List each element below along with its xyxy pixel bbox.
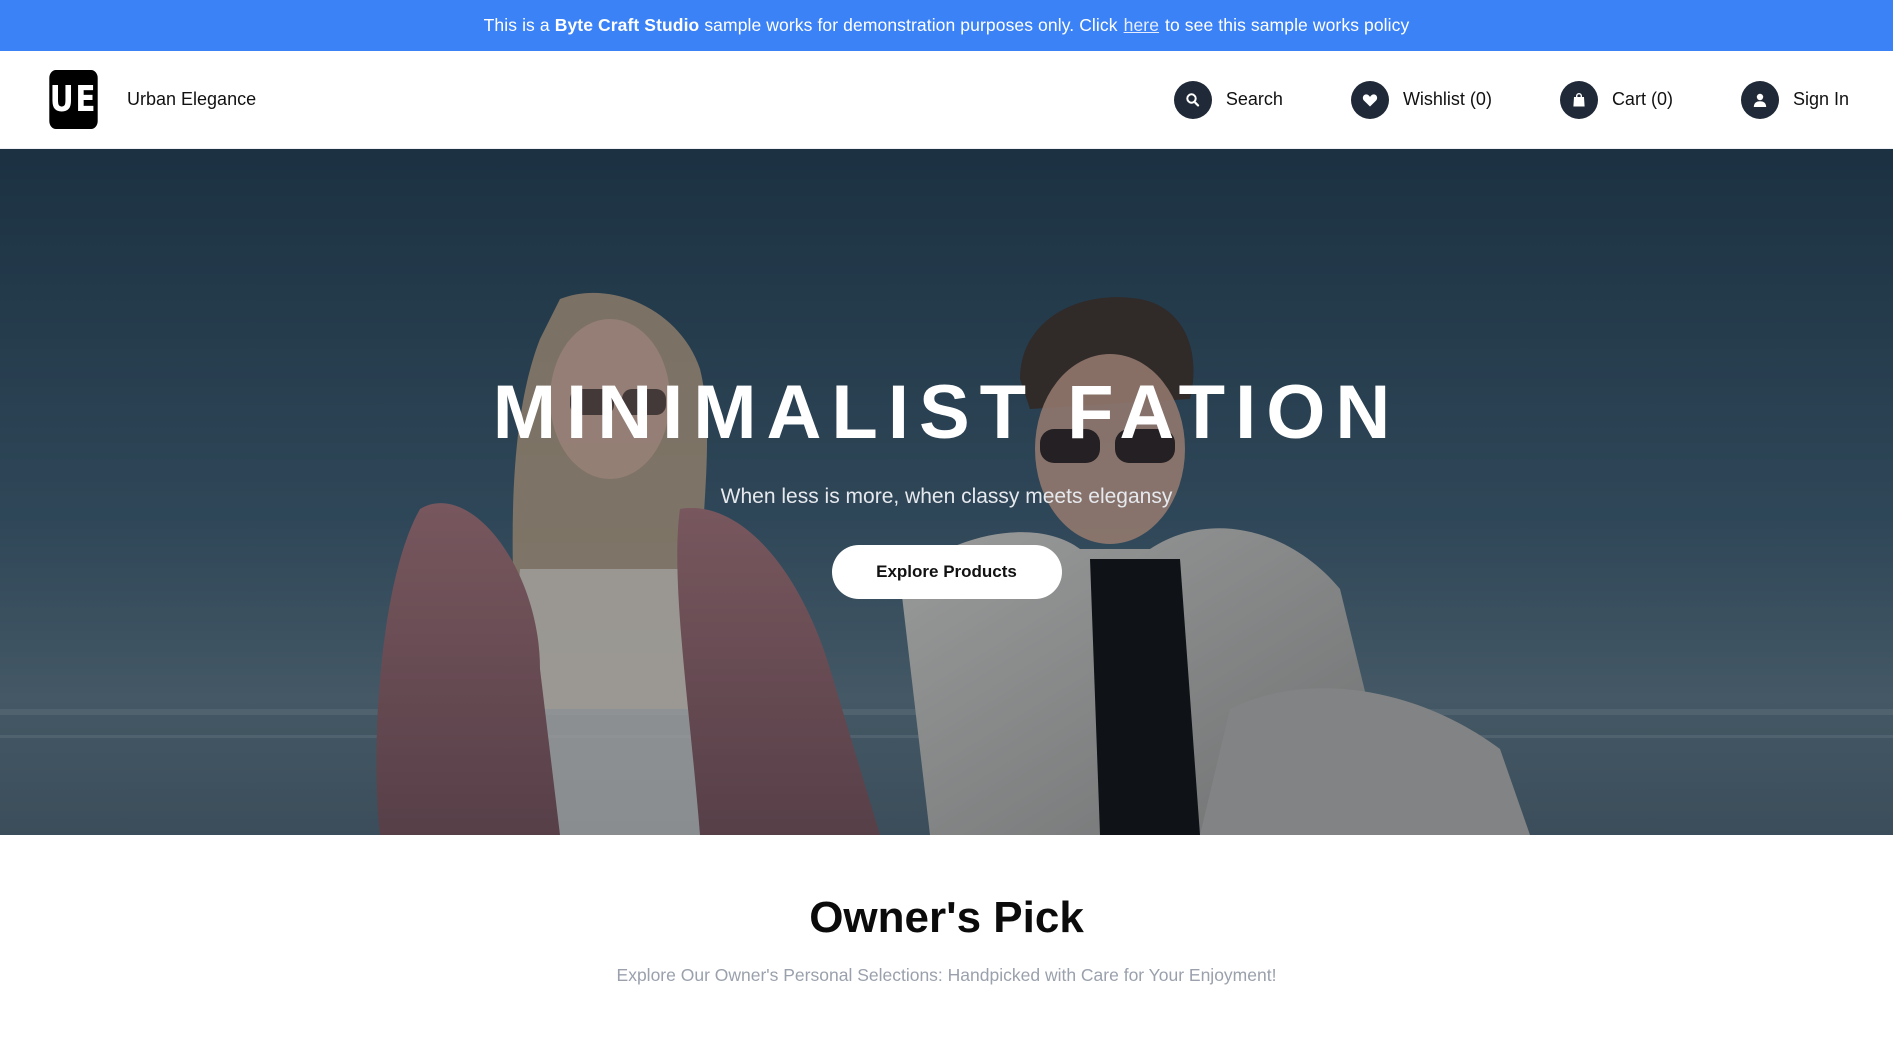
section-title: Owner's Pick <box>809 893 1084 942</box>
nav-wishlist[interactable]: Wishlist (0) <box>1350 80 1492 119</box>
nav-search[interactable]: Search <box>1173 80 1283 119</box>
shopping-bag-icon <box>1559 80 1598 119</box>
nav-cart[interactable]: Cart (0) <box>1559 80 1673 119</box>
main-nav: Search Wishlist (0) Cart (0) Sign In <box>1173 80 1849 119</box>
hero-content: MINIMALIST FATION When less is more, whe… <box>0 149 1893 599</box>
demo-notice-bar: This is a Byte Craft Studio sample works… <box>0 0 1893 51</box>
hero-banner: MINIMALIST FATION When less is more, whe… <box>0 149 1893 835</box>
brand-logo[interactable]: UE <box>49 70 98 129</box>
explore-products-button[interactable]: Explore Products <box>831 545 1062 599</box>
brand-name[interactable]: Urban Elegance <box>127 89 256 110</box>
heart-icon <box>1350 80 1389 119</box>
user-icon <box>1740 80 1779 119</box>
nav-search-label: Search <box>1225 89 1283 109</box>
notice-suffix: to see this sample works policy <box>1165 15 1410 35</box>
search-icon <box>1173 80 1212 119</box>
notice-studio-name: Byte Craft Studio <box>554 15 700 35</box>
notice-policy-link[interactable]: here <box>1124 15 1159 36</box>
site-header: UE Urban Elegance Search Wishlist (0) Ca… <box>0 51 1893 149</box>
nav-signin[interactable]: Sign In <box>1740 80 1849 119</box>
notice-prefix: This is a <box>483 15 550 35</box>
hero-title: MINIMALIST FATION <box>492 370 1401 455</box>
notice-middle: sample works for demonstration purposes … <box>704 15 1118 35</box>
brand[interactable]: UE Urban Elegance <box>44 70 256 129</box>
owners-pick-section: Owner's Pick Explore Our Owner's Persona… <box>0 835 1893 986</box>
section-subtitle: Explore Our Owner's Personal Selections:… <box>616 965 1277 985</box>
nav-wishlist-label: Wishlist (0) <box>1402 89 1492 109</box>
nav-signin-label: Sign In <box>1792 89 1849 109</box>
nav-cart-label: Cart (0) <box>1611 89 1673 109</box>
hero-subtitle: When less is more, when classy meets ele… <box>720 485 1173 508</box>
